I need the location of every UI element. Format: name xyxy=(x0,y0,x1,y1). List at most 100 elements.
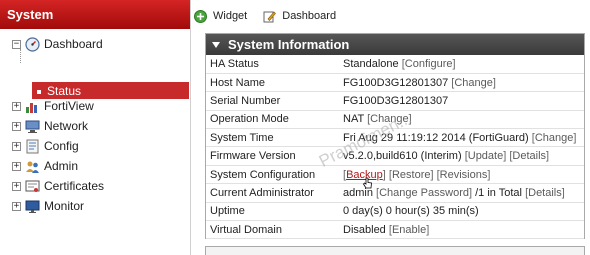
nav-item-certificates[interactable]: + Certificates xyxy=(12,176,104,196)
nav-item-config[interactable]: + Config xyxy=(12,136,79,156)
widget-header[interactable]: System Information xyxy=(206,34,584,55)
info-value: 0 day(s) 0 hour(s) 35 min(s) xyxy=(343,205,479,218)
system-information-widget: System Information HA Status Standalone [… xyxy=(205,33,585,240)
hand-pointer-icon xyxy=(362,177,372,189)
info-row: Uptime 0 day(s) 0 hour(s) 35 min(s) xyxy=(206,202,584,222)
expand-icon[interactable]: + xyxy=(12,161,21,171)
change-link[interactable]: Change xyxy=(370,113,409,125)
expand-icon[interactable]: + xyxy=(12,121,21,131)
info-suffix: /1 in Total xyxy=(475,186,522,199)
info-row: HA Status Standalone [Configure] xyxy=(206,55,584,74)
info-row: Host Name FG100D3G12801307 [Change] xyxy=(206,73,584,93)
nav-item-dashboard[interactable]: − Dashboard xyxy=(12,34,103,54)
info-row: Firmware Version v5.2.0,build610 (Interim… xyxy=(206,146,584,166)
info-label: HA Status xyxy=(206,55,343,74)
nav-item-label: Admin xyxy=(44,159,79,173)
info-value: FG100D3G12801307 xyxy=(343,76,449,89)
info-value-cell: NAT [Change] xyxy=(343,110,584,130)
info-value: Standalone xyxy=(343,57,399,70)
info-row: Virtual Domain Disabled [Enable] xyxy=(206,220,584,240)
bracket: ] xyxy=(546,150,550,163)
info-row: Current Administrator admin [Change Passw… xyxy=(206,183,584,203)
dashboard-button[interactable]: Dashboard xyxy=(263,10,336,23)
info-value: v5.2.0,build610 (Interim) xyxy=(343,150,462,163)
bracket: ] xyxy=(503,150,507,163)
nav-item-label: Dashboard xyxy=(44,37,103,51)
info-row: System Configuration [Backup] [Restore] [… xyxy=(206,165,584,185)
fortiview-chart-icon xyxy=(24,98,40,114)
change-link[interactable]: Change xyxy=(454,77,493,89)
nav-item-label: Monitor xyxy=(44,199,85,213)
widget-label: Widget xyxy=(213,10,248,22)
info-label: Current Administrator xyxy=(206,183,343,203)
info-value-cell: Fri Aug 29 11:19:12 2014 (FortiGuard) [C… xyxy=(343,128,584,148)
nav-item-network[interactable]: + Network xyxy=(12,116,88,136)
bracket: ] xyxy=(573,131,577,144)
restore-link[interactable]: Restore xyxy=(392,169,431,181)
bracket: ] xyxy=(430,168,434,181)
nav-tree: − Dashboard Status + FortiView + Network… xyxy=(0,29,190,213)
info-row: Serial Number FG100D3G12801307 xyxy=(206,91,584,111)
expand-icon[interactable]: + xyxy=(12,141,21,151)
certificates-icon xyxy=(24,178,40,194)
info-value: Disabled xyxy=(343,223,386,236)
bracket: ] xyxy=(452,57,456,70)
info-value-cell: 0 day(s) 0 hour(s) 35 min(s) xyxy=(343,202,584,222)
bracket: ] xyxy=(468,186,473,199)
info-value-cell: Disabled [Enable] xyxy=(343,220,584,240)
admin-users-icon xyxy=(24,158,40,174)
info-value-cell: FG100D3G12801307 [Change] xyxy=(343,73,584,93)
info-value: Fri Aug 29 11:19:12 2014 (FortiGuard) xyxy=(343,131,529,144)
info-label: System Time xyxy=(206,128,343,148)
info-value-cell: v5.2.0,build610 (Interim) [Update] [Deta… xyxy=(343,146,584,166)
bracket: ] xyxy=(492,76,496,89)
sidebar: System − Dashboard Status + FortiView + … xyxy=(0,0,191,255)
nav-item-label: Network xyxy=(44,119,89,133)
nav-item-label: Certificates xyxy=(44,179,105,193)
collapse-triangle-icon[interactable] xyxy=(212,41,220,48)
expand-icon[interactable]: + xyxy=(12,201,21,211)
info-label: Uptime xyxy=(206,202,343,222)
nav-item-admin[interactable]: + Admin xyxy=(12,156,78,176)
nav-item-label: Config xyxy=(44,139,79,153)
toolbar: Widget Dashboard xyxy=(194,4,336,28)
details-link[interactable]: Details xyxy=(512,150,546,162)
info-label: System Configuration xyxy=(206,165,343,185)
enable-link[interactable]: Enable xyxy=(392,224,426,236)
expand-icon[interactable]: + xyxy=(12,181,21,191)
widget-title: System Information xyxy=(228,37,350,52)
info-value-cell: Standalone [Configure] xyxy=(343,55,584,74)
info-value-cell: [Backup] [Restore] [Revisions] xyxy=(343,165,584,185)
bracket: ] xyxy=(487,168,491,181)
info-row: Operation Mode NAT [Change] xyxy=(206,110,584,130)
info-label: Host Name xyxy=(206,73,343,93)
info-value: NAT xyxy=(343,113,364,126)
info-label: Firmware Version xyxy=(206,146,343,166)
change-password-link[interactable]: Change Password xyxy=(379,187,469,199)
nav-item-fortiview[interactable]: + FortiView xyxy=(12,96,94,116)
nav-item-monitor[interactable]: + Monitor xyxy=(12,196,84,216)
network-icon xyxy=(24,118,40,134)
widget-button[interactable]: Widget xyxy=(194,9,248,23)
nav-item-label: FortiView xyxy=(44,99,94,113)
collapse-icon[interactable]: − xyxy=(12,39,21,49)
edit-dashboard-icon xyxy=(263,11,277,22)
change-link[interactable]: Change xyxy=(535,132,574,144)
next-widget-edge xyxy=(205,246,585,255)
info-value-cell: admin [Change Password] /1 in Total [Det… xyxy=(343,183,584,203)
add-widget-icon xyxy=(194,9,207,23)
info-value-cell: FG100D3G12801307 xyxy=(343,91,584,111)
bracket: ] xyxy=(426,223,430,236)
config-gear-icon xyxy=(24,138,40,154)
update-link[interactable]: Update xyxy=(468,150,503,162)
info-table: HA Status Standalone [Configure] Host Nam… xyxy=(206,55,584,240)
expand-icon[interactable]: + xyxy=(12,101,21,111)
details-link[interactable]: Details xyxy=(528,187,562,199)
info-row: System Time Fri Aug 29 11:19:12 2014 (For… xyxy=(206,128,584,148)
sidebar-title: System xyxy=(0,0,190,29)
revisions-link[interactable]: Revisions xyxy=(440,169,488,181)
monitor-icon xyxy=(24,198,40,214)
info-value: FG100D3G12801307 xyxy=(343,94,449,107)
configure-link[interactable]: Configure xyxy=(405,58,453,70)
bracket: ] xyxy=(561,186,565,199)
